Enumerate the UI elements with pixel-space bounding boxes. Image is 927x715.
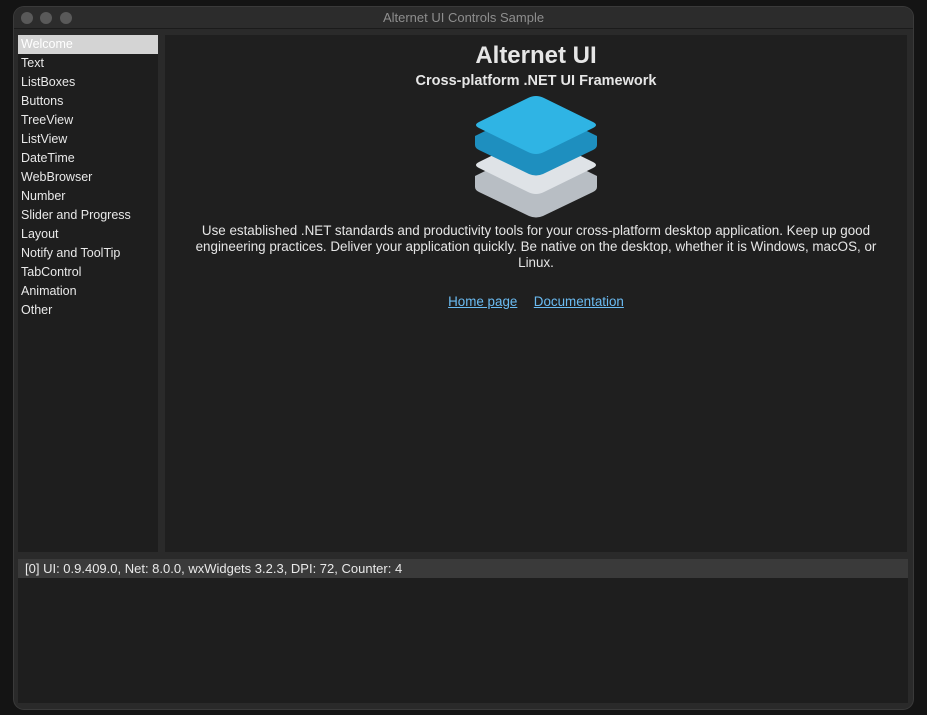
page-subtitle: Cross-platform .NET UI Framework	[415, 73, 657, 89]
log-panel[interactable]: [0] UI: 0.9.409.0, Net: 8.0.0, wxWidgets…	[18, 559, 908, 703]
title-bar[interactable]: Alternet UI Controls Sample	[14, 7, 913, 29]
sidebar-item-datetime[interactable]: DateTime	[18, 149, 158, 168]
home-page-link[interactable]: Home page	[448, 294, 517, 309]
sidebar-item-animation[interactable]: Animation	[18, 282, 158, 301]
sidebar-item-slider-progress[interactable]: Slider and Progress	[18, 206, 158, 225]
sidebar-item-buttons[interactable]: Buttons	[18, 92, 158, 111]
page-title: Alternet UI	[475, 42, 597, 69]
page-description: Use established .NET standards and produ…	[195, 223, 877, 270]
sidebar-item-treeview[interactable]: TreeView	[18, 111, 158, 130]
sidebar-item-text[interactable]: Text	[18, 54, 158, 73]
sidebar-item-tabcontrol[interactable]: TabControl	[18, 263, 158, 282]
layered-stack-logo-icon	[475, 96, 597, 218]
sidebar-item-notify-tooltip[interactable]: Notify and ToolTip	[18, 244, 158, 263]
welcome-page: Alternet UI Cross-platform .NET UI Frame…	[165, 35, 907, 552]
documentation-link[interactable]: Documentation	[534, 294, 624, 309]
sidebar-list[interactable]: Welcome Text ListBoxes Buttons TreeView …	[18, 35, 158, 552]
log-line[interactable]: [0] UI: 0.9.409.0, Net: 8.0.0, wxWidgets…	[18, 559, 908, 578]
sidebar-item-layout[interactable]: Layout	[18, 225, 158, 244]
sidebar-item-welcome[interactable]: Welcome	[18, 35, 158, 54]
sidebar-item-listboxes[interactable]: ListBoxes	[18, 73, 158, 92]
sidebar-item-listview[interactable]: ListView	[18, 130, 158, 149]
sidebar-item-number[interactable]: Number	[18, 187, 158, 206]
links-row: Home page Documentation	[165, 293, 907, 311]
sidebar-item-other[interactable]: Other	[18, 301, 158, 320]
window-title: Alternet UI Controls Sample	[382, 10, 545, 25]
app-window: Alternet UI Controls Sample Welcome Text…	[14, 7, 913, 709]
sidebar-item-webbrowser[interactable]: WebBrowser	[18, 168, 158, 187]
